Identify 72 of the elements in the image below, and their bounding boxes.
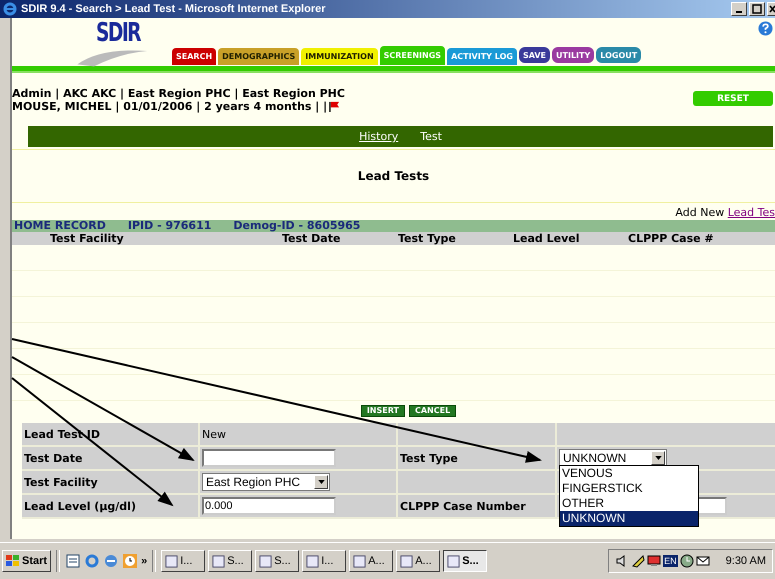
date-field[interactable] — [202, 449, 336, 467]
taskbar-button[interactable]: A... — [396, 550, 440, 572]
clock: 9:30 AM — [726, 555, 766, 567]
nav-tab[interactable]: DEMOGRAPHICS — [218, 48, 300, 65]
column-header: Lead Level — [513, 232, 580, 245]
notepad-icon[interactable] — [65, 553, 82, 569]
subnav-link[interactable]: History — [359, 130, 398, 143]
more-button[interactable]: » — [141, 555, 148, 567]
column-header: Test Type — [398, 232, 456, 245]
field-label: CLPPP Case Number — [396, 495, 555, 517]
window-icon — [259, 554, 272, 568]
action-button[interactable]: UTILITY — [552, 47, 594, 63]
maximize-icon — [752, 4, 762, 14]
taskbar-button[interactable]: I... — [161, 550, 206, 572]
dropdown-arrow-icon — [654, 456, 662, 460]
taskbar-button[interactable]: S... — [255, 550, 300, 572]
record-field: HOME RECORD — [14, 220, 106, 232]
maximize-button[interactable] — [749, 2, 765, 16]
action-button[interactable]: SAVE — [518, 47, 550, 63]
window-icon — [353, 554, 366, 568]
dropdown-option[interactable]: FINGERSTICK — [560, 481, 698, 496]
minimize-button[interactable] — [731, 2, 747, 16]
level-field[interactable]: 0.000 — [202, 497, 336, 515]
form-button[interactable]: CANCEL — [408, 405, 456, 417]
add-link[interactable]: Lead Tes — [728, 206, 775, 219]
field-value: New — [198, 423, 396, 445]
nav-tab[interactable]: IMMUNIZATION — [301, 48, 378, 65]
mail-icon[interactable] — [696, 554, 710, 568]
column-header: Test Facility — [50, 232, 124, 245]
page-heading: Lead Tests — [12, 149, 775, 203]
window-icon — [165, 554, 178, 568]
browser-icon — [3, 2, 17, 16]
window-icon — [400, 554, 414, 568]
close-icon — [768, 4, 774, 14]
column-header: CLPPP Case # — [628, 232, 714, 245]
close-button[interactable] — [767, 2, 775, 16]
monitor-icon[interactable] — [647, 554, 662, 568]
dropdown-option[interactable]: OTHER — [560, 496, 698, 511]
language-indicator[interactable]: EN — [663, 555, 678, 567]
facility-select[interactable]: East Region PHC — [202, 473, 330, 491]
form-button[interactable]: INSERT — [360, 405, 405, 417]
clock-icon[interactable] — [680, 554, 694, 568]
patient-line: MOUSE, MICHEL | 01/01/2006 | 2 years 4 months | | — [12, 100, 328, 113]
window-title: SDIR 9.4 - Search > Lead Test - Microsoft Internet Explorer — [21, 3, 326, 15]
minimize-icon — [736, 11, 742, 13]
field-label: Lead Level (µg/dl) — [23, 500, 137, 512]
taskbar-button[interactable]: A... — [349, 550, 394, 572]
taskbar-button[interactable]: S... — [208, 550, 252, 572]
action-button[interactable]: LOGOUT — [596, 47, 642, 63]
dropdown-option[interactable]: VENOUS — [560, 466, 698, 481]
column-header: Test Date — [282, 232, 340, 245]
field-label: Test Type — [396, 447, 555, 469]
dropdown-option[interactable]: UNKNOWN — [560, 511, 698, 526]
start-button[interactable]: Start — [2, 550, 52, 572]
windows-flag-icon — [6, 555, 20, 567]
dropdown-arrow-icon — [318, 480, 324, 484]
taskbar-button[interactable]: S... — [443, 550, 488, 572]
add-new-label: Add New — [675, 206, 724, 219]
nav-tab[interactable]: SEARCH — [172, 48, 216, 65]
context-line: Admin | AKC AKC | East Region PHC | East Region PHC — [12, 87, 345, 100]
window-icon — [212, 554, 226, 568]
record-field: Demog-ID - 8605965 — [233, 220, 360, 232]
subnav-link[interactable]: Test — [420, 130, 442, 143]
help-icon[interactable] — [758, 21, 773, 36]
tray-icon[interactable] — [631, 554, 646, 568]
window-icon — [306, 554, 320, 568]
field-label: Test Facility — [23, 476, 99, 488]
record-field: IPID - 976611 — [128, 220, 212, 232]
logo: SDIR — [74, 20, 154, 68]
window-icon — [447, 554, 460, 568]
field-label: Test Date — [23, 452, 84, 464]
taskbar-button[interactable]: I... — [302, 550, 346, 572]
